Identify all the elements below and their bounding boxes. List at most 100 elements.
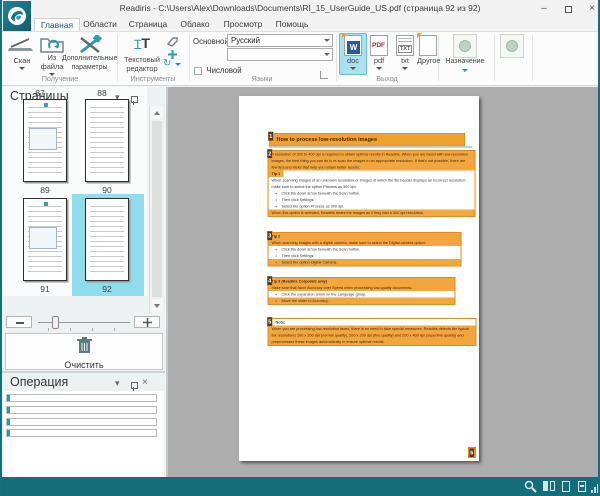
main-language-select[interactable]: Русский bbox=[227, 34, 333, 47]
other-label: Другое bbox=[417, 56, 439, 65]
clear-button[interactable]: Очистить bbox=[5, 333, 163, 370]
scrollbar-thumb[interactable] bbox=[152, 121, 162, 297]
scroll-down-button[interactable] bbox=[151, 299, 163, 312]
thumbnails-view-icon[interactable] bbox=[543, 480, 556, 493]
search-zoom-icon[interactable] bbox=[524, 480, 537, 493]
thumbnail-page-89[interactable]: 89 bbox=[14, 99, 76, 195]
tools-group-label: Инструменты bbox=[120, 74, 186, 83]
zone-text: When scanning images of an unknown resol… bbox=[269, 177, 475, 190]
doc-heading: How to process low-resolution images bbox=[277, 137, 378, 143]
secondary-language-select[interactable] bbox=[227, 48, 333, 61]
pdf-label: pdf bbox=[369, 56, 389, 65]
close-button[interactable]: × bbox=[584, 3, 600, 16]
zone-badge: 2 bbox=[267, 149, 273, 159]
document-view[interactable]: 1 How to process low-resolution images 2… bbox=[168, 87, 600, 477]
ocr-zone-2[interactable]: 2 A resolution of 300 to 400 dpi is requ… bbox=[268, 150, 476, 217]
ocr-zone-4[interactable]: 4 Tip 3 (Readiris Corporate only) Make s… bbox=[268, 277, 456, 305]
ocr-zone-6-page-number[interactable]: 6 bbox=[468, 447, 476, 458]
tab-glavnaya[interactable]: Главная bbox=[34, 18, 80, 31]
zoom-in-button[interactable] bbox=[134, 316, 160, 328]
destination-button[interactable]: Назначение bbox=[440, 34, 490, 80]
tab-prosmotr[interactable]: Просмотр bbox=[220, 18, 266, 31]
minimize-button[interactable]: – bbox=[536, 3, 552, 16]
maximize-button[interactable] bbox=[560, 3, 576, 16]
scanner-icon bbox=[8, 36, 34, 51]
window-title: Readiris - C:\Users\Alex\Downloads\Docum… bbox=[2, 3, 598, 13]
main-language-label: Основной bbox=[193, 37, 229, 46]
rotate-button[interactable]: ↻ bbox=[163, 58, 185, 70]
readiris-logo-icon[interactable] bbox=[3, 1, 31, 31]
txt-icon: TXT bbox=[396, 35, 414, 56]
zoom-out-button[interactable] bbox=[6, 316, 32, 328]
thumbnail-page-90[interactable]: 90 bbox=[76, 99, 138, 195]
progress-bar bbox=[6, 418, 157, 426]
thumbnail-page-91[interactable]: 91 bbox=[14, 198, 76, 294]
ribbon-tab-row: Главная Области Страница Облако Просмотр… bbox=[2, 18, 598, 32]
pdf-dropdown-icon bbox=[376, 67, 382, 70]
fit-page-view-icon[interactable] bbox=[576, 480, 589, 493]
thumbnail-page-92-selected[interactable]: 92 bbox=[76, 198, 138, 294]
eraser-icon bbox=[165, 36, 179, 47]
pdf-icon: PDF bbox=[370, 35, 388, 56]
ocr-zone-title[interactable]: 1 How to process low-resolution images bbox=[269, 133, 465, 146]
thumbnail-label: 89 bbox=[14, 185, 76, 195]
advanced-settings-label: Дополнительные параметры bbox=[62, 55, 117, 73]
acquisition-group-label: Получение bbox=[12, 74, 108, 83]
pages-scrollbar[interactable] bbox=[149, 105, 163, 314]
output-other-button[interactable]: Другое bbox=[417, 35, 439, 75]
txt-label: txt bbox=[395, 56, 415, 65]
folder-icon bbox=[40, 35, 64, 53]
extra-destination-button[interactable] bbox=[500, 34, 524, 58]
tab-oblako[interactable]: Облако bbox=[176, 18, 214, 31]
zone-text: When you are processing low-resolution f… bbox=[269, 326, 476, 346]
status-bar bbox=[2, 477, 598, 496]
zone-bullet: Move the slider to Accuracy. bbox=[269, 298, 455, 305]
text-editor-icon: ꞮT bbox=[120, 35, 164, 55]
ocr-zone-5[interactable]: 5 Note: When you are processing low-reso… bbox=[268, 318, 477, 346]
text-editor-label: Текстовый редактор bbox=[120, 55, 164, 74]
output-doc-button[interactable]: W doc bbox=[343, 35, 363, 75]
zone-badge: 1 bbox=[268, 132, 274, 142]
zoom-level-grip-icon[interactable] bbox=[591, 480, 600, 493]
add-zone-button[interactable] bbox=[167, 47, 179, 58]
numeric-checkbox[interactable]: Числовой bbox=[194, 62, 242, 72]
extra-destination-icon bbox=[500, 34, 524, 58]
destination-icon bbox=[453, 34, 477, 58]
tab-pomosch[interactable]: Помощь bbox=[272, 18, 312, 31]
document-page[interactable]: 1 How to process low-resolution images 2… bbox=[239, 96, 479, 461]
zone-badge: 5 bbox=[267, 317, 273, 327]
operation-panel-menu-icon[interactable]: ▾ bbox=[115, 379, 120, 388]
tab-oblasti[interactable]: Области bbox=[82, 18, 118, 31]
word-doc-icon: W bbox=[344, 35, 362, 56]
tools-icon bbox=[78, 35, 102, 55]
pages-thumbnail-list: 87 88 89 90 91 92 bbox=[2, 87, 147, 296]
maximize-icon bbox=[565, 6, 572, 13]
ocr-zone-3[interactable]: 3 Tip 2 When scanning images with a digi… bbox=[268, 232, 462, 267]
progress-bar bbox=[6, 406, 157, 414]
tab-stranitsa[interactable]: Страница bbox=[126, 18, 170, 31]
thumbnail-zoom-slider-thumb[interactable] bbox=[52, 316, 59, 329]
thumbnail-label: 90 bbox=[76, 185, 138, 195]
scroll-up-button[interactable] bbox=[151, 106, 163, 119]
page-88-label: 88 bbox=[92, 88, 112, 98]
thumb-decoration bbox=[44, 202, 48, 206]
main-language-value: Русский bbox=[231, 36, 260, 45]
readiris-window: Readiris - C:\Users\Alex\Downloads\Docum… bbox=[0, 0, 600, 496]
output-txt-button[interactable]: TXT txt bbox=[395, 35, 415, 75]
txt-dropdown-icon bbox=[402, 67, 408, 70]
rotate-dropdown-icon bbox=[175, 63, 181, 66]
checkbox-icon bbox=[194, 67, 202, 75]
output-pdf-button[interactable]: PDF pdf bbox=[369, 35, 389, 75]
title-bar: Readiris - C:\Users\Alex\Downloads\Docum… bbox=[2, 0, 598, 18]
sidebar: Страницы ▾ 87 88 89 90 91 92 bbox=[2, 87, 165, 477]
combo-arrow-icon bbox=[324, 53, 330, 56]
zone-text: When this option is selected, Readiris t… bbox=[269, 210, 475, 217]
operation-panel-close-icon[interactable]: × bbox=[142, 378, 148, 387]
plus-icon bbox=[143, 318, 152, 327]
eraser-button[interactable] bbox=[165, 34, 181, 46]
single-page-view-icon[interactable] bbox=[560, 480, 573, 493]
zone-text: A resolution of 300 to 400 dpi is requir… bbox=[269, 151, 475, 171]
blank-page-icon bbox=[419, 35, 437, 56]
destination-label: Назначение bbox=[440, 58, 490, 67]
zone-badge: 6 bbox=[469, 448, 475, 458]
